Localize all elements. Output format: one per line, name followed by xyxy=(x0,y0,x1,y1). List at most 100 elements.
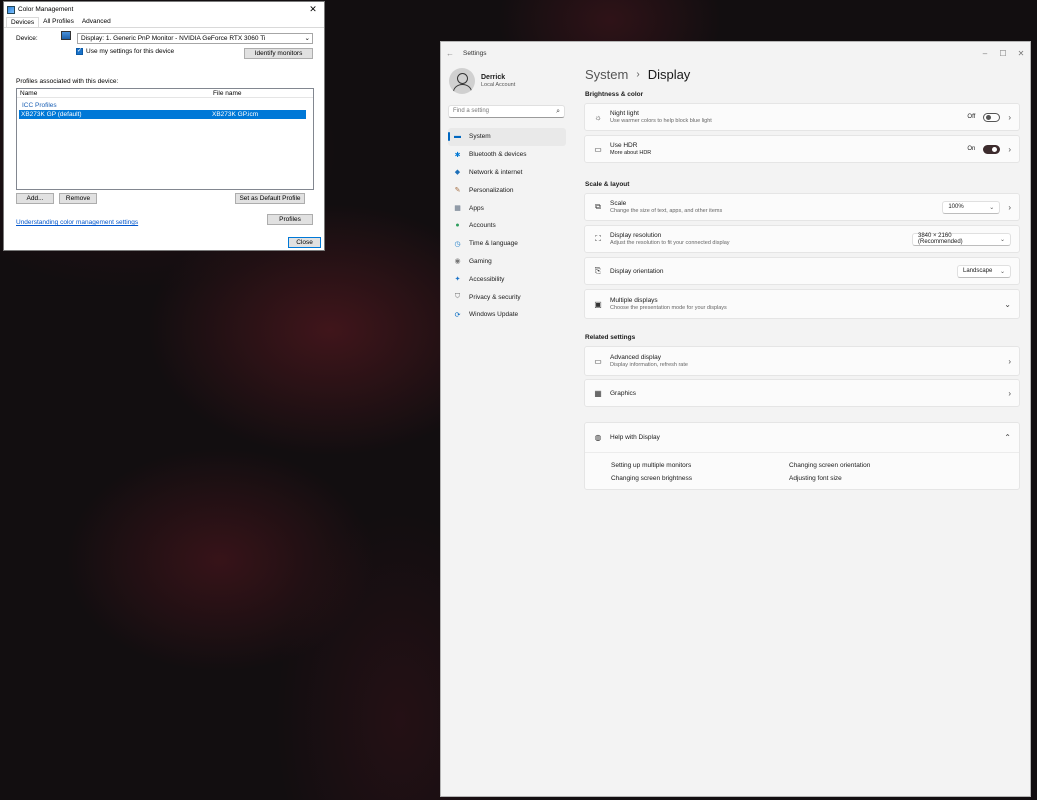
tab-strip: Devices All Profiles Advanced xyxy=(4,17,324,28)
sidebar-item-system[interactable]: ▬ System xyxy=(448,128,566,146)
close-icon[interactable]: ✕ xyxy=(1012,49,1030,58)
chevron-down-icon[interactable]: ⌄ xyxy=(1004,300,1011,309)
hdr-title: Use HDR xyxy=(610,142,638,149)
device-select[interactable]: Display: 1. Generic PnP Monitor - NVIDIA… xyxy=(77,33,313,44)
selected-profile-row[interactable]: XB273K GP (default) XB273K GP.icm xyxy=(19,110,306,119)
color-management-window: Color Management ✕ Devices All Profiles … xyxy=(3,1,325,251)
use-my-settings-row[interactable]: ✓ Use my settings for this device xyxy=(76,48,174,55)
sidebar-item-accessibility[interactable]: ✦ Accessibility xyxy=(448,270,566,288)
search-placeholder: Find a setting xyxy=(453,108,490,114)
close-button[interactable]: Close xyxy=(288,237,321,248)
minimize-icon[interactable]: – xyxy=(976,49,994,58)
help-link-font-size[interactable]: Adjusting font size xyxy=(789,475,842,482)
sidebar-item-time-language[interactable]: ◷ Time & language xyxy=(448,235,566,253)
user-profile[interactable]: Derrick Local Account xyxy=(449,68,515,94)
color-management-icon xyxy=(7,5,15,14)
sidebar-item-bluetooth-devices[interactable]: ✱ Bluetooth & devices xyxy=(448,146,566,164)
gamepad-icon: ◉ xyxy=(454,258,461,266)
scale-value: 100% xyxy=(948,204,964,210)
search-icon: ⌕ xyxy=(556,108,560,115)
scale-icon: ⧉ xyxy=(595,202,601,211)
bluetooth-icon: ✱ xyxy=(454,151,461,159)
profile-name: XB273K GP (default) xyxy=(21,111,82,118)
resolution-icon: ⛶ xyxy=(595,234,601,243)
night-light-card[interactable]: ☼ Night light Use warmer colors to help … xyxy=(584,103,1020,131)
advanced-display-card[interactable]: ▭ Advanced display Display information, … xyxy=(584,346,1020,376)
hdr-state: On xyxy=(967,146,976,152)
section-scale-layout: Scale & layout xyxy=(585,181,630,188)
settings-title-bar: ← Settings – ☐ ✕ xyxy=(441,42,1030,64)
identify-monitors-button[interactable]: Identify monitors xyxy=(244,48,313,59)
help-link-screen-orientation[interactable]: Changing screen orientation xyxy=(789,462,870,469)
graphics-card[interactable]: ▦ Graphics › xyxy=(584,379,1020,407)
monitor-icon xyxy=(61,31,71,40)
resolution-dropdown[interactable]: 3840 × 2160 (Recommended) ⌄ xyxy=(912,232,1011,246)
orientation-dropdown[interactable]: Landscape ⌄ xyxy=(957,264,1011,278)
checkbox-checked-icon[interactable]: ✓ xyxy=(76,48,83,55)
chevron-up-icon[interactable]: ⌃ xyxy=(1004,433,1011,442)
sidebar-item-privacy-security[interactable]: ⛉ Privacy & security xyxy=(448,288,566,306)
globe-clock-icon: ◷ xyxy=(454,240,461,248)
multiple-displays-card[interactable]: ▣ Multiple displays Choose the presentat… xyxy=(584,289,1020,319)
night-light-toggle[interactable] xyxy=(983,112,1001,122)
apps-icon: ▦ xyxy=(454,205,461,213)
help-link-multiple-monitors[interactable]: Setting up multiple monitors xyxy=(611,462,691,469)
night-light-desc: Use warmer colors to help block blue lig… xyxy=(610,118,712,124)
window-title: Color Management xyxy=(18,6,74,13)
tab-all-profiles[interactable]: All Profiles xyxy=(39,17,78,27)
understanding-link[interactable]: Understanding color management settings xyxy=(16,219,138,226)
scale-card[interactable]: ⧉ Scale Change the size of text, apps, a… xyxy=(584,193,1020,221)
remove-button[interactable]: Remove xyxy=(59,193,97,204)
sidebar-item-label: Personalization xyxy=(469,186,514,194)
chevron-right-icon[interactable]: › xyxy=(1008,145,1011,154)
add-button[interactable]: Add... xyxy=(16,193,54,204)
search-input[interactable]: Find a setting ⌕ xyxy=(448,105,565,118)
chevron-right-icon[interactable]: › xyxy=(1008,389,1011,398)
chevron-right-icon: › xyxy=(636,69,640,80)
column-file-name[interactable]: File name xyxy=(210,89,242,97)
sidebar-item-personalization[interactable]: ✎ Personalization xyxy=(448,181,566,199)
chevron-down-icon: ⌄ xyxy=(304,35,310,42)
section-brightness-color: Brightness & color xyxy=(585,91,644,98)
column-name[interactable]: Name xyxy=(17,89,210,97)
sidebar-item-network-internet[interactable]: ◆ Network & internet xyxy=(448,164,566,182)
profiles-button[interactable]: Profiles xyxy=(267,214,313,225)
multiple-displays-desc: Choose the presentation mode for your di… xyxy=(610,305,727,311)
resolution-title: Display resolution xyxy=(610,232,662,239)
list-header: Name File name xyxy=(17,89,313,98)
tab-advanced[interactable]: Advanced xyxy=(78,17,115,27)
maximize-icon[interactable]: ☐ xyxy=(994,49,1012,58)
hdr-card[interactable]: ▭ Use HDR More about HDR On › xyxy=(584,135,1020,163)
night-light-state: Off xyxy=(967,114,976,120)
resolution-card[interactable]: ⛶ Display resolution Adjust the resoluti… xyxy=(584,225,1020,253)
orientation-card[interactable]: ⎘ Display orientation Landscape ⌄ xyxy=(584,257,1020,285)
sidebar-item-gaming[interactable]: ◉ Gaming xyxy=(448,253,566,271)
sidebar-item-label: Time & language xyxy=(469,240,518,248)
help-link-screen-brightness[interactable]: Changing screen brightness xyxy=(611,475,692,482)
close-icon[interactable]: ✕ xyxy=(302,4,324,15)
sidebar-item-label: Privacy & security xyxy=(469,293,521,301)
chevron-right-icon[interactable]: › xyxy=(1008,203,1011,212)
tab-devices[interactable]: Devices xyxy=(6,17,40,27)
device-select-value: Display: 1. Generic PnP Monitor - NVIDIA… xyxy=(81,35,266,42)
advanced-display-title: Advanced display xyxy=(610,354,661,361)
scale-dropdown[interactable]: 100% ⌄ xyxy=(942,200,1001,214)
hdr-link[interactable]: More about HDR xyxy=(610,150,967,156)
sidebar-item-apps[interactable]: ▦ Apps xyxy=(448,199,566,217)
sidebar-nav: ▬ System ✱ Bluetooth & devices ◆ Network & in… xyxy=(448,128,566,324)
set-default-profile-button[interactable]: Set as Default Profile xyxy=(235,193,305,204)
hdr-toggle[interactable] xyxy=(983,144,1001,154)
profiles-label: Profiles associated with this device: xyxy=(16,78,119,85)
sidebar-item-label: Gaming xyxy=(469,257,492,265)
help-header[interactable]: ◍ Help with Display ⌃ xyxy=(585,423,1019,453)
chevron-right-icon[interactable]: › xyxy=(1008,357,1011,366)
help-with-display-card: ◍ Help with Display ⌃ Setting up multipl… xyxy=(584,422,1020,490)
help-title: Help with Display xyxy=(610,434,660,441)
chevron-right-icon[interactable]: › xyxy=(1008,113,1011,122)
profiles-list[interactable]: Name File name ICC Profiles XB273K GP (d… xyxy=(16,88,314,190)
user-name: Derrick xyxy=(481,74,506,81)
sidebar-item-windows-update[interactable]: ⟳ Windows Update xyxy=(448,306,566,324)
sidebar-item-accounts[interactable]: ● Accounts xyxy=(448,217,566,235)
breadcrumb-system[interactable]: System xyxy=(585,67,628,82)
back-arrow-icon[interactable]: ← xyxy=(441,49,459,58)
